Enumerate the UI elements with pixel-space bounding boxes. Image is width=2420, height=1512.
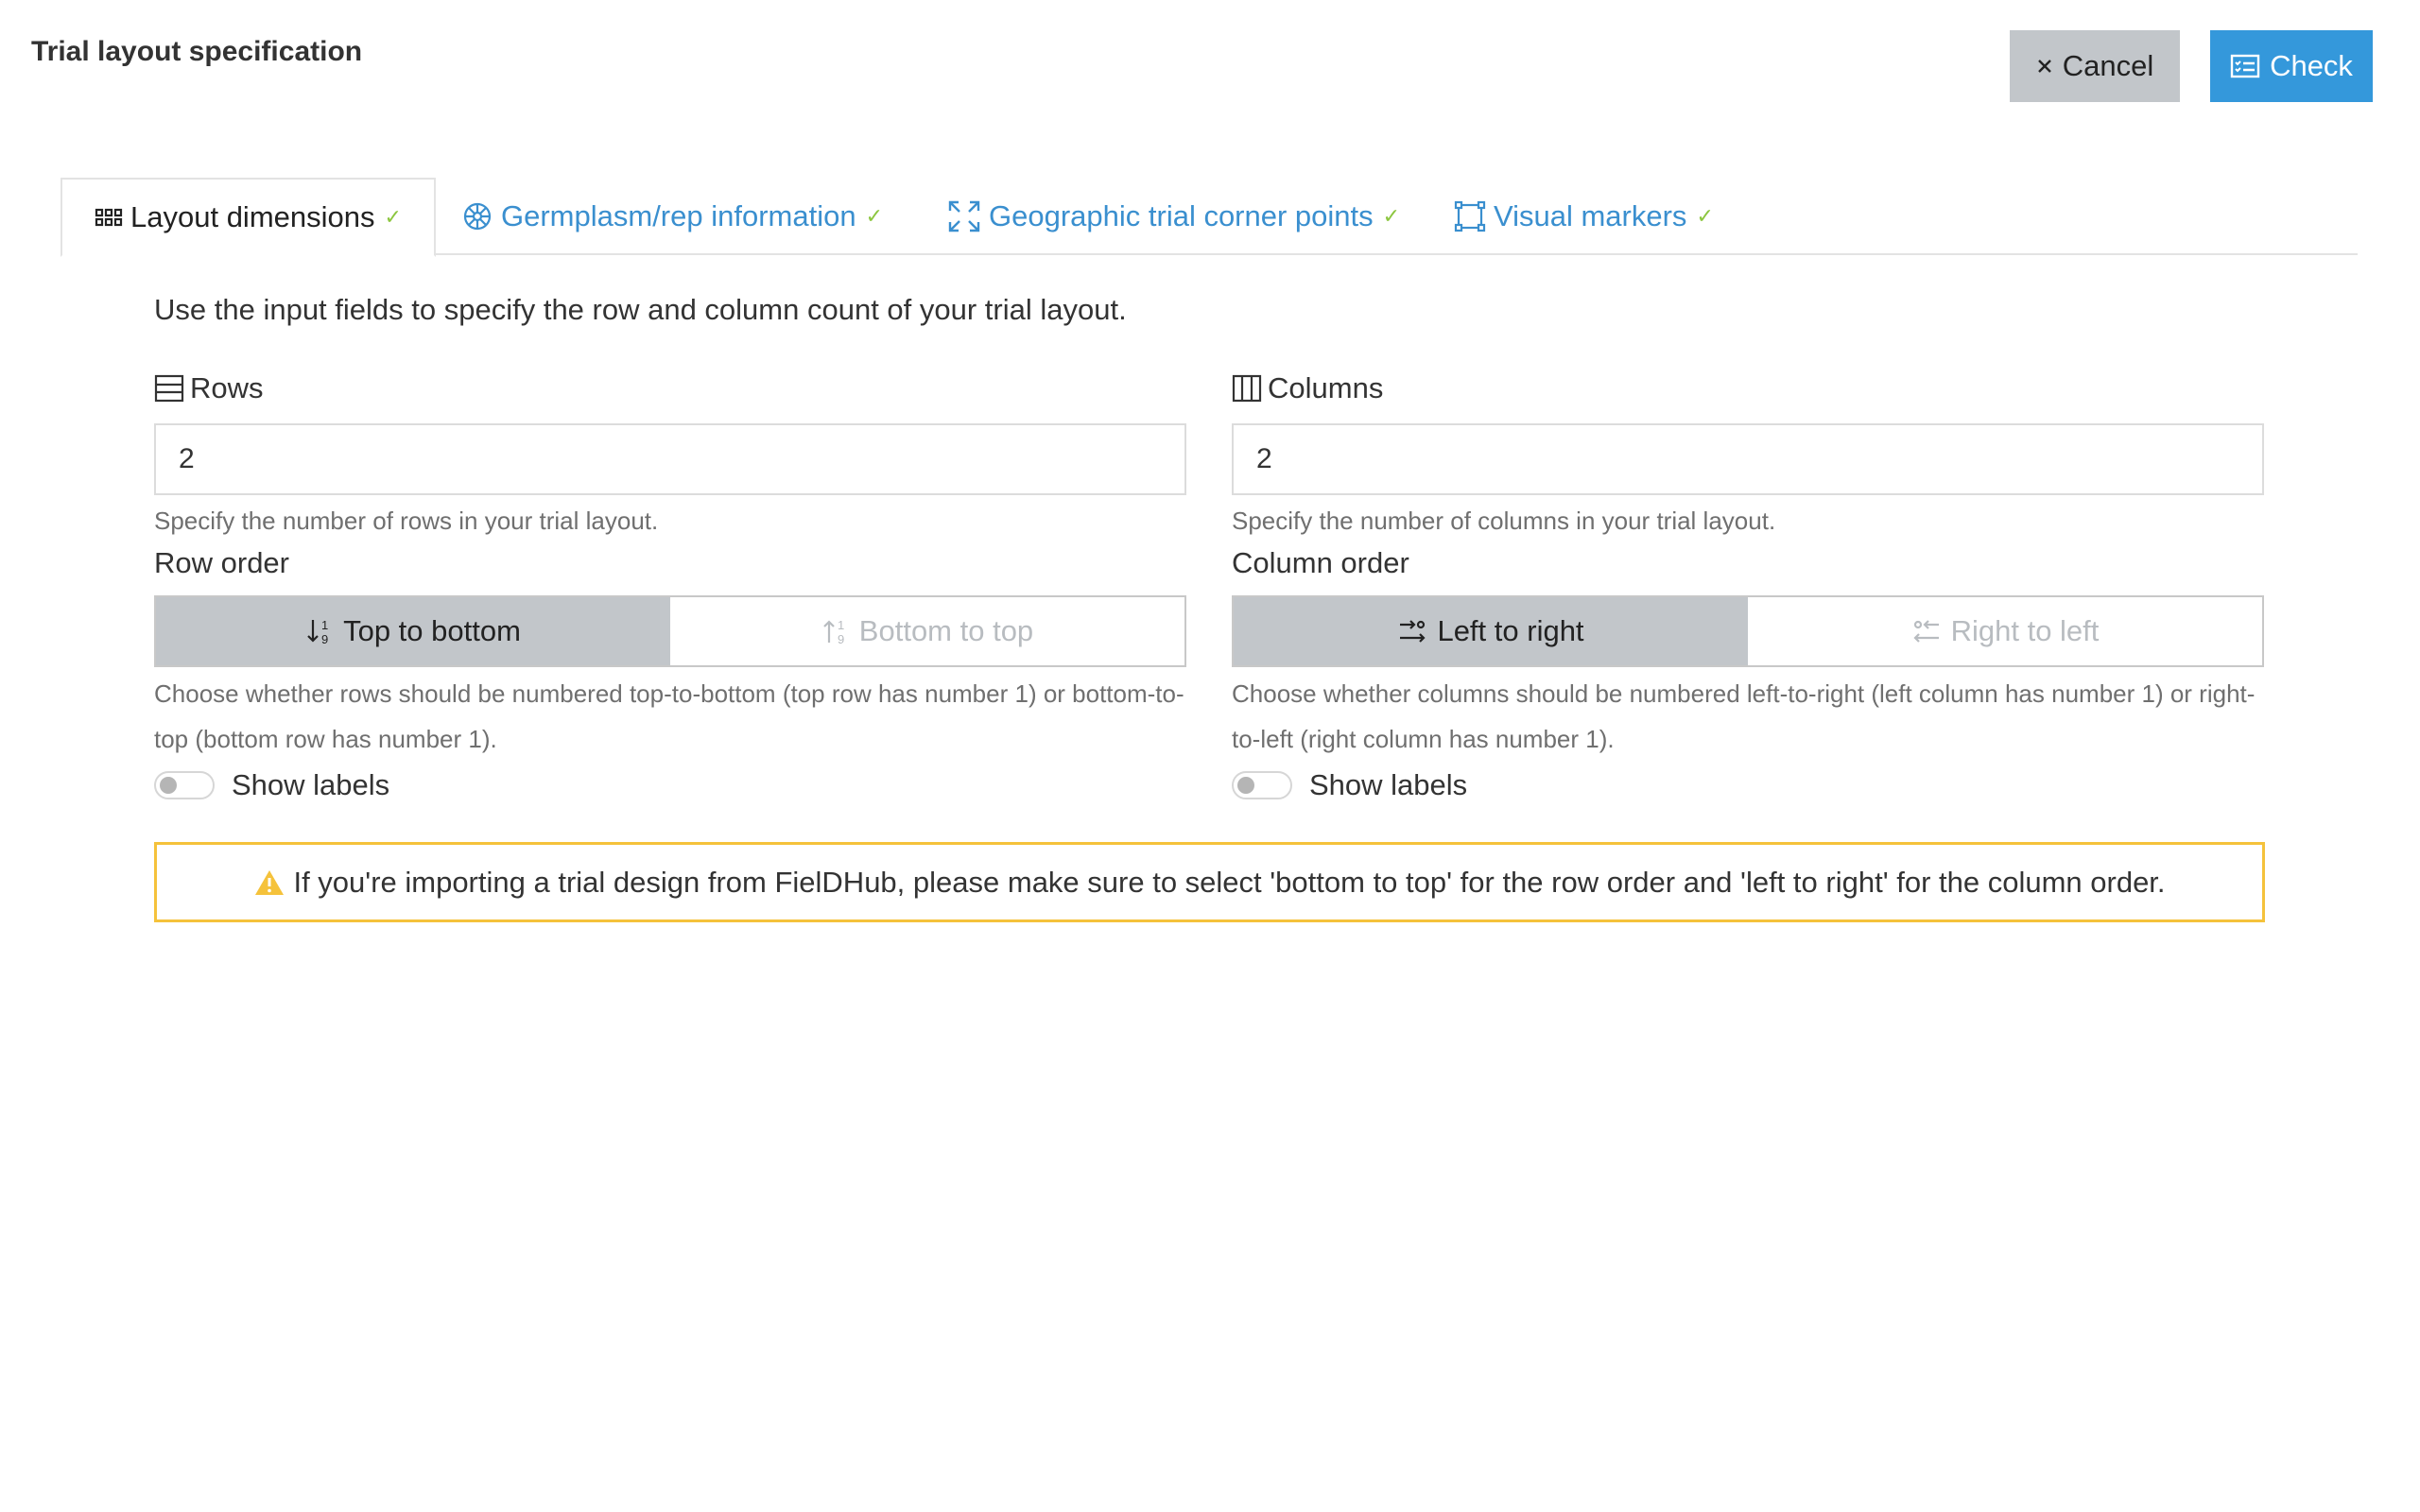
flower-icon bbox=[463, 202, 492, 231]
tab-visual-markers[interactable]: Visual markers ✓ bbox=[1454, 178, 1714, 255]
rows-icon bbox=[154, 374, 184, 403]
check-mark-icon: ✓ bbox=[384, 205, 402, 229]
column-order-right-to-left[interactable]: Right to left bbox=[1748, 597, 2262, 665]
columns-icon bbox=[1232, 374, 1262, 403]
columns-input[interactable] bbox=[1232, 423, 2264, 495]
tab-germplasm[interactable]: Germplasm/rep information ✓ bbox=[461, 178, 883, 255]
check-mark-icon: ✓ bbox=[865, 204, 884, 228]
columns-help: Specify the number of columns in your tr… bbox=[1232, 507, 1776, 535]
arrows-right-icon bbox=[1400, 620, 1426, 643]
tab-label: Visual markers bbox=[1494, 199, 1687, 232]
column-order-label: Column order bbox=[1232, 546, 1409, 579]
check-button[interactable]: Check bbox=[2210, 30, 2373, 102]
row-order-bottom-to-top[interactable]: 19 Bottom to top bbox=[670, 597, 1184, 665]
expand-corners-icon bbox=[948, 200, 980, 232]
tab-label: Layout dimensions bbox=[130, 200, 375, 233]
tab-label: Geographic trial corner points bbox=[989, 199, 1374, 232]
cancel-button[interactable]: Cancel bbox=[2010, 30, 2180, 102]
fieldhub-warning-alert: If you're importing a trial design from … bbox=[154, 842, 2265, 922]
column-order-help: Choose whether columns should be numbere… bbox=[1232, 679, 2256, 753]
arrows-left-icon bbox=[1913, 620, 1939, 643]
grid-icon bbox=[95, 208, 123, 227]
columns-section: Columns Specify the number of columns in… bbox=[1232, 369, 2264, 807]
svg-text:9: 9 bbox=[838, 632, 844, 645]
column-order-selector: Left to right Right to left bbox=[1232, 595, 2264, 667]
svg-text:1: 1 bbox=[321, 618, 328, 632]
check-mark-icon: ✓ bbox=[1382, 204, 1401, 228]
rows-show-labels-toggle[interactable] bbox=[154, 771, 215, 799]
warning-icon bbox=[255, 869, 285, 895]
page-title: Trial layout specification bbox=[31, 36, 363, 67]
tab-layout-dimensions[interactable]: Layout dimensions ✓ bbox=[60, 178, 436, 257]
rows-show-labels-label: Show labels bbox=[232, 768, 390, 801]
tab-geographic-corner-points[interactable]: Geographic trial corner points ✓ bbox=[947, 178, 1400, 255]
row-order-label: Row order bbox=[154, 546, 289, 579]
rows-section: Rows Specify the number of rows in your … bbox=[154, 369, 1186, 807]
columns-show-labels-row: Show labels bbox=[1232, 764, 2264, 807]
check-button-label: Check bbox=[2270, 49, 2353, 82]
cancel-button-label: Cancel bbox=[2062, 49, 2154, 82]
close-icon bbox=[2037, 60, 2051, 73]
tab-bar: Layout dimensions ✓ Germplasm/rep inform… bbox=[60, 178, 2358, 257]
column-order-left-to-right[interactable]: Left to right bbox=[1234, 597, 1748, 665]
row-order-help: Choose whether rows should be numbered t… bbox=[154, 679, 1184, 753]
svg-text:1: 1 bbox=[838, 618, 844, 632]
rows-help: Specify the number of rows in your trial… bbox=[154, 507, 659, 535]
columns-label: Columns bbox=[1232, 369, 2264, 408]
warning-text: If you're importing a trial design from … bbox=[293, 865, 2166, 899]
rows-input[interactable] bbox=[154, 423, 1186, 495]
sort-descending-icon: 91 bbox=[307, 618, 328, 645]
bounding-box-icon bbox=[1454, 200, 1486, 232]
tab-label: Germplasm/rep information bbox=[501, 199, 856, 232]
svg-text:9: 9 bbox=[321, 632, 328, 645]
checklist-icon bbox=[2230, 54, 2260, 78]
row-order-selector: 91 Top to bottom 19 Bottom to top bbox=[154, 595, 1186, 667]
columns-show-labels-toggle[interactable] bbox=[1232, 771, 1292, 799]
intro-text: Use the input fields to specify the row … bbox=[154, 293, 1127, 326]
check-mark-icon: ✓ bbox=[1696, 204, 1714, 228]
row-order-top-to-bottom[interactable]: 91 Top to bottom bbox=[156, 597, 670, 665]
sort-ascending-icon: 19 bbox=[823, 618, 844, 645]
columns-show-labels-label: Show labels bbox=[1309, 768, 1468, 801]
rows-show-labels-row: Show labels bbox=[154, 764, 1186, 807]
rows-label: Rows bbox=[154, 369, 1186, 408]
